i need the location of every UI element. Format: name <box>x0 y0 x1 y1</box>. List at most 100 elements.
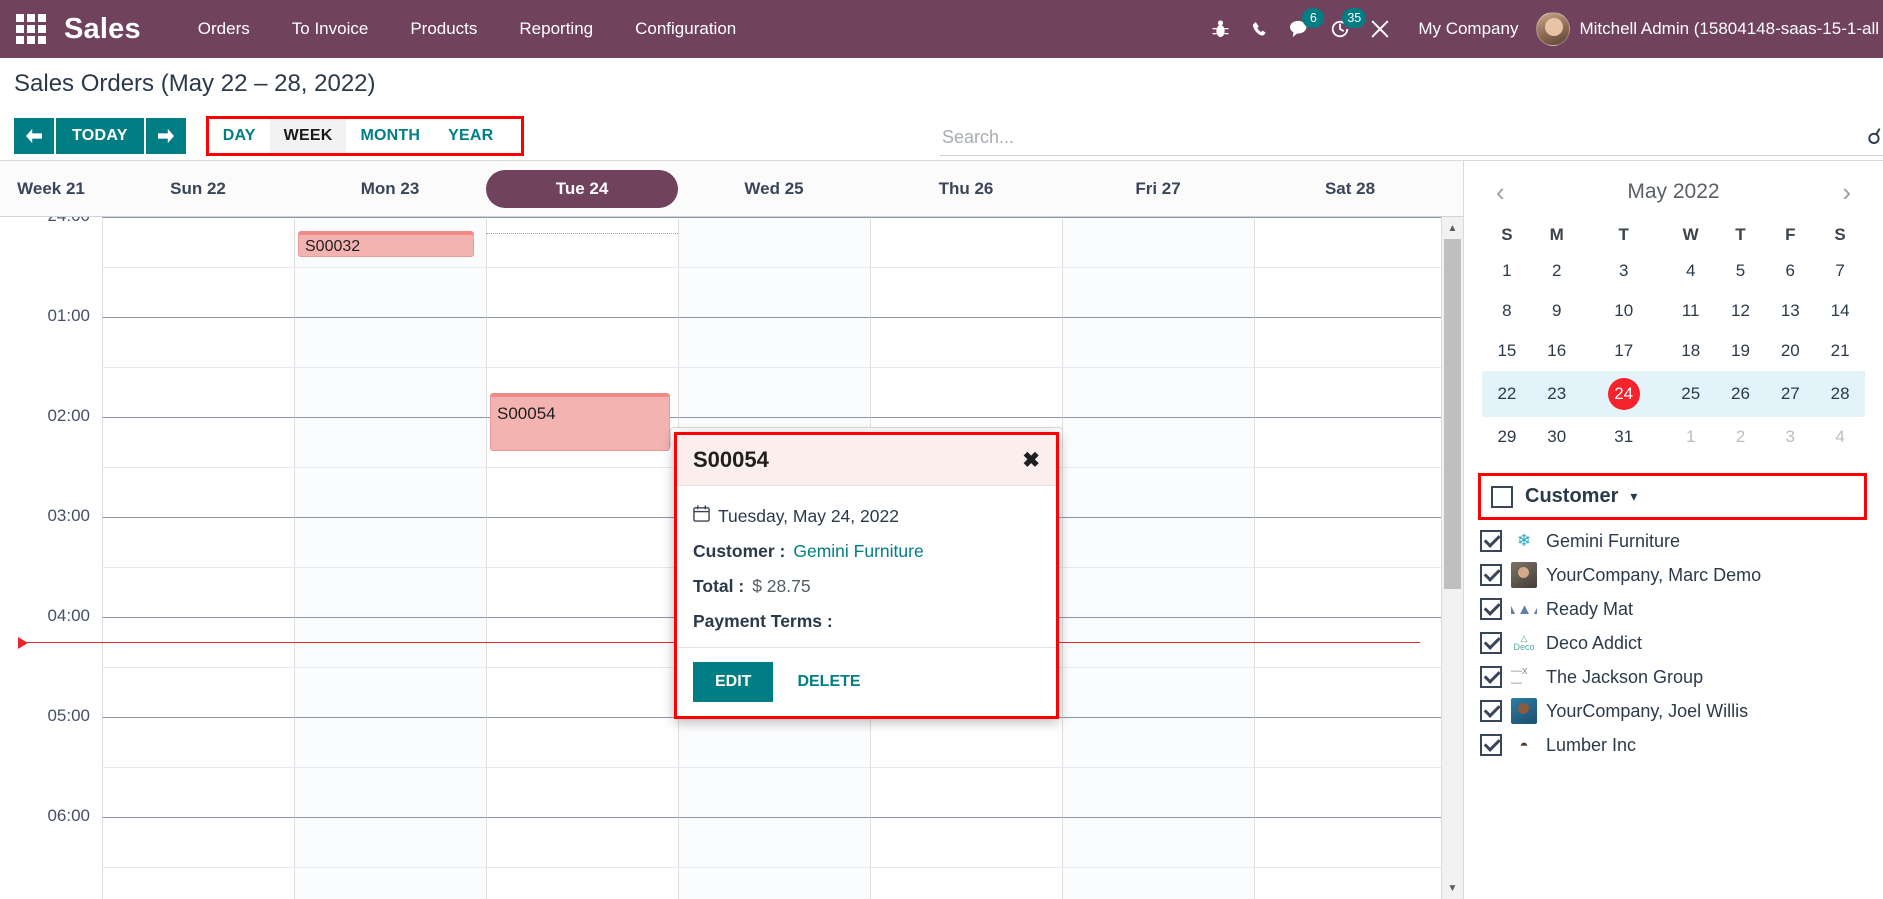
slot-fri-2400[interactable] <box>1062 217 1254 267</box>
mini-day-10[interactable]: 10 <box>1582 291 1666 331</box>
slot-thu-0130[interactable] <box>870 367 1062 417</box>
slot-sun-0100[interactable] <box>102 317 294 367</box>
mini-day-9[interactable]: 9 <box>1532 291 1582 331</box>
slot-fri-0500[interactable] <box>1062 717 1254 767</box>
customer-checkbox-gemini-furniture[interactable] <box>1480 530 1502 552</box>
next-period-button[interactable] <box>145 118 186 154</box>
mini-day-next-2[interactable]: 2 <box>1716 417 1766 457</box>
slot-fri-0330[interactable] <box>1062 567 1254 617</box>
nav-item-reporting[interactable]: Reporting <box>498 0 614 58</box>
scrollbar-up-arrow[interactable]: ▲ <box>1442 217 1463 239</box>
slot-sun-2430[interactable] <box>102 267 294 317</box>
slot-fri-0430[interactable] <box>1062 667 1254 717</box>
day-header-tue-24[interactable]: Tue 24 <box>486 161 678 216</box>
mini-day-11[interactable]: 11 <box>1666 291 1716 331</box>
calendar-event-s00054[interactable]: S00054 <box>490 393 670 451</box>
list-item[interactable]: —x— The Jackson Group <box>1480 660 1867 694</box>
slot-sat-0600[interactable] <box>1254 817 1446 867</box>
day-header-wed-25[interactable]: Wed 25 <box>678 161 870 216</box>
search-icon[interactable]: ☌ <box>1867 124 1881 150</box>
slot-fri-0300[interactable] <box>1062 517 1254 567</box>
slot-sat-0100[interactable] <box>1254 317 1446 367</box>
slot-mon-0530[interactable] <box>294 767 486 817</box>
mini-day-4[interactable]: 4 <box>1666 251 1716 291</box>
mini-day-19[interactable]: 19 <box>1716 331 1766 371</box>
chevron-left-icon[interactable]: ‹ <box>1490 179 1511 205</box>
slot-sun-0330[interactable] <box>102 567 294 617</box>
customer-checkbox-jackson-group[interactable] <box>1480 666 1502 688</box>
mini-day-24-today[interactable]: 24 <box>1581 371 1666 417</box>
slot-tue-0500[interactable] <box>486 717 678 767</box>
slot-wed-0100[interactable] <box>678 317 870 367</box>
slot-fri-0130[interactable] <box>1062 367 1254 417</box>
scale-button-year[interactable]: YEAR <box>434 119 508 153</box>
slot-fri-0200[interactable] <box>1062 417 1254 467</box>
chevron-right-icon[interactable]: › <box>1836 179 1857 205</box>
slot-tue-0600[interactable] <box>486 817 678 867</box>
prev-period-button[interactable] <box>14 118 54 154</box>
slot-sat-0530[interactable] <box>1254 767 1446 817</box>
nav-item-orders[interactable]: Orders <box>177 0 271 58</box>
slot-fri-0230[interactable] <box>1062 467 1254 517</box>
company-switcher[interactable]: My Company <box>1400 19 1536 39</box>
slot-thu-0500[interactable] <box>870 717 1062 767</box>
mini-day-12[interactable]: 12 <box>1716 291 1766 331</box>
slot-tue-2400[interactable] <box>486 217 678 267</box>
mini-day-17[interactable]: 17 <box>1582 331 1666 371</box>
scale-button-week[interactable]: WEEK <box>269 119 347 153</box>
slot-thu-0630[interactable] <box>870 867 1062 899</box>
list-item[interactable]: ◓ Lumber Inc <box>1480 728 1867 762</box>
chevron-down-icon[interactable]: ▾ <box>1630 488 1637 505</box>
slot-wed-0600[interactable] <box>678 817 870 867</box>
slot-mon-0630[interactable] <box>294 867 486 899</box>
scrollbar-down-arrow[interactable]: ▼ <box>1442 877 1463 899</box>
slot-fri-0630[interactable] <box>1062 867 1254 899</box>
mini-day-1[interactable]: 1 <box>1482 251 1532 291</box>
slot-thu-0600[interactable] <box>870 817 1062 867</box>
mini-day-14[interactable]: 14 <box>1815 291 1865 331</box>
scrollbar-thumb[interactable] <box>1444 239 1461 589</box>
mini-day-28[interactable]: 28 <box>1815 371 1865 417</box>
phone-icon[interactable] <box>1240 0 1280 58</box>
slot-wed-0130[interactable] <box>678 367 870 417</box>
slot-sun-0230[interactable] <box>102 467 294 517</box>
slot-sun-0600[interactable] <box>102 817 294 867</box>
mini-day-31[interactable]: 31 <box>1582 417 1666 457</box>
slot-mon-0200[interactable] <box>294 417 486 467</box>
list-item[interactable]: ▲▲▲ Ready Mat <box>1480 592 1867 626</box>
nav-item-products[interactable]: Products <box>389 0 498 58</box>
slot-sun-0300[interactable] <box>102 517 294 567</box>
slot-sat-0130[interactable] <box>1254 367 1446 417</box>
customer-filter-select-all-checkbox[interactable] <box>1491 485 1513 508</box>
mini-day-30[interactable]: 30 <box>1532 417 1582 457</box>
slot-tue-0330[interactable] <box>486 567 678 617</box>
customer-filter-header[interactable]: Customer ▾ <box>1478 473 1867 520</box>
slot-fri-0100[interactable] <box>1062 317 1254 367</box>
mini-day-13[interactable]: 13 <box>1765 291 1815 331</box>
slot-wed-0630[interactable] <box>678 867 870 899</box>
mini-day-21[interactable]: 21 <box>1815 331 1865 371</box>
scale-button-day[interactable]: DAY <box>208 119 270 153</box>
mini-day-next-4[interactable]: 4 <box>1815 417 1865 457</box>
mini-day-next-3[interactable]: 3 <box>1765 417 1815 457</box>
mini-day-3[interactable]: 3 <box>1582 251 1666 291</box>
slot-sat-0330[interactable] <box>1254 567 1446 617</box>
calendar-event-s00032[interactable]: S00032 <box>298 231 474 257</box>
slot-mon-2430[interactable] <box>294 267 486 317</box>
mini-day-15[interactable]: 15 <box>1482 331 1532 371</box>
slot-fri-0600[interactable] <box>1062 817 1254 867</box>
user-menu[interactable]: Mitchell Admin (15804148-saas-15-1-all <box>1536 12 1883 46</box>
list-item[interactable]: YourCompany, Marc Demo <box>1480 558 1867 592</box>
mini-day-29[interactable]: 29 <box>1482 417 1532 457</box>
slot-mon-0600[interactable] <box>294 817 486 867</box>
slot-sat-2400[interactable] <box>1254 217 1446 267</box>
mini-day-6[interactable]: 6 <box>1765 251 1815 291</box>
mini-day-8[interactable]: 8 <box>1482 291 1532 331</box>
app-brand-sales[interactable]: Sales <box>64 13 141 46</box>
slot-wed-0530[interactable] <box>678 767 870 817</box>
mini-day-5[interactable]: 5 <box>1716 251 1766 291</box>
slot-sat-2430[interactable] <box>1254 267 1446 317</box>
mini-day-16[interactable]: 16 <box>1532 331 1582 371</box>
slot-tue-2430[interactable] <box>486 267 678 317</box>
slot-mon-0100[interactable] <box>294 317 486 367</box>
